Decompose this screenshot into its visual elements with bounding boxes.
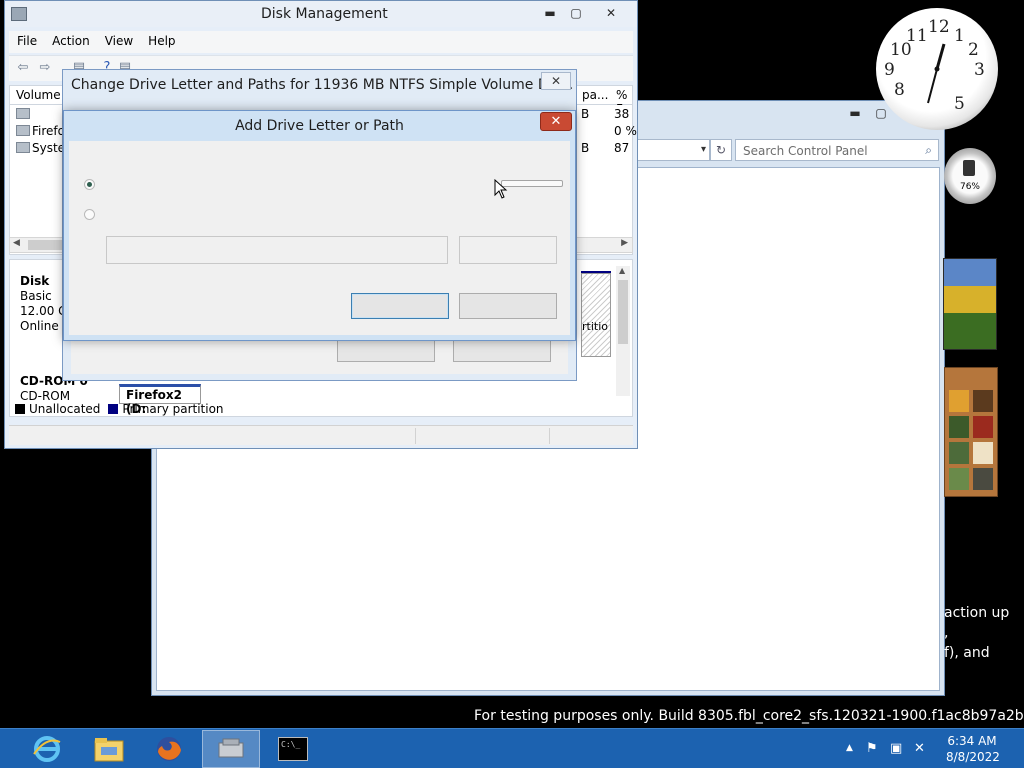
slideshow-gadget[interactable] (943, 258, 997, 350)
pct-free-cell: 87 (614, 141, 630, 155)
mount-folder-radio[interactable] (84, 209, 95, 220)
back-arrow-icon[interactable]: ⇦ (15, 60, 31, 76)
status-divider (415, 428, 416, 444)
partial-text-2: , (944, 625, 949, 641)
menu-file[interactable]: File (9, 31, 44, 53)
dm-titlebar[interactable]: Disk Management ▬ ▢ ✕ (5, 1, 637, 27)
status-divider (549, 428, 550, 444)
picture-puzzle-gadget[interactable] (944, 367, 998, 497)
scroll-up-icon[interactable]: ▲ (619, 266, 625, 275)
clock-gadget[interactable]: 12 1 2 3 5 8 9 10 11 (876, 8, 998, 130)
minimize-button[interactable]: ▬ (537, 3, 563, 22)
vertical-scrollbar[interactable]: ▲ (616, 266, 630, 396)
search-input[interactable]: Search Control Panel ⌕ (735, 139, 939, 161)
dialog-title: Change Drive Letter and Paths for 11936 … (71, 77, 574, 93)
close-button[interactable]: ✕ (589, 3, 633, 22)
gauge-value: 76% (959, 182, 980, 192)
unallocated-swatch (15, 404, 25, 414)
browse-button[interactable] (459, 236, 557, 264)
cancel-button[interactable] (459, 293, 557, 319)
status-bar (9, 425, 633, 445)
scroll-left-icon[interactable]: ◀ (13, 238, 20, 248)
cdrom-partition[interactable]: Firefox2 (D: (119, 384, 201, 416)
internet-explorer-icon[interactable] (18, 730, 76, 768)
close-button[interactable]: ✕ (540, 112, 572, 131)
command-prompt-icon[interactable]: C:\_ (264, 730, 322, 768)
puzzle-tile[interactable] (949, 442, 969, 464)
add-drive-letter-dialog: Add Drive Letter or Path ✕ (63, 110, 576, 341)
disk-management-taskbar-icon[interactable] (202, 730, 260, 768)
legend: Unallocated Primary partition (15, 402, 224, 416)
window-title: Disk Management (261, 6, 388, 22)
menu-view[interactable]: View (97, 31, 140, 53)
column-capacity[interactable]: pa... (582, 88, 608, 102)
address-bar[interactable]: ▾ (636, 139, 710, 161)
dialog-title: Add Drive Letter or Path (235, 118, 404, 134)
volume-muted-icon[interactable]: ✕ (914, 741, 925, 756)
menu-bar: File Action View Help (9, 31, 633, 53)
capacity-cell: B (581, 107, 590, 121)
puzzle-tile[interactable] (973, 390, 993, 412)
scroll-right-icon[interactable]: ▶ (621, 238, 628, 248)
ok-button[interactable] (351, 293, 449, 319)
close-button[interactable]: ✕ (541, 72, 571, 90)
puzzle-tile[interactable] (949, 468, 969, 490)
time: 6:34 AM (947, 734, 997, 748)
puzzle-tile[interactable] (949, 416, 969, 438)
menu-action[interactable]: Action (44, 31, 97, 53)
refresh-button[interactable]: ↻ (710, 139, 732, 161)
minimize-button[interactable]: ▬ (842, 103, 868, 122)
show-hidden-icons[interactable]: ▲ (846, 743, 853, 753)
list-item[interactable] (16, 107, 32, 123)
maximize-button[interactable]: ▢ (563, 3, 589, 22)
partial-text-3: f), and (944, 645, 990, 661)
disk-management-icon (11, 7, 27, 21)
partition-label: rtitio (582, 320, 608, 333)
chevron-down-icon[interactable]: ▾ (701, 144, 706, 155)
build-notice: For testing purposes only. Build 8305.fb… (474, 708, 1024, 724)
network-icon[interactable]: ▣ (890, 741, 902, 756)
drive-letter-dropdown[interactable] (501, 180, 563, 187)
mouse-cursor-icon (494, 179, 508, 199)
scroll-thumb[interactable] (618, 280, 628, 344)
date: 8/8/2022 (946, 750, 1000, 764)
clock-hands-icon (927, 43, 946, 104)
dialog-body (69, 141, 570, 335)
partial-text-1: action up (944, 605, 1010, 621)
flag-icon[interactable]: ⚑ (866, 741, 878, 756)
menu-help[interactable]: Help (140, 31, 182, 53)
file-explorer-icon[interactable] (80, 730, 138, 768)
column-volume[interactable]: Volume (16, 88, 61, 102)
taskbar: C:\_ ▲ ⚑ ▣ ✕ 6:34 AM 8/8/2022 (0, 728, 1024, 768)
pct-free-cell: 0 % (614, 124, 637, 138)
capacity-cell: B (581, 141, 590, 155)
firefox-icon[interactable] (140, 730, 198, 768)
drive-icon (16, 142, 30, 153)
puzzle-tile[interactable] (973, 468, 993, 490)
folder-path-input[interactable] (106, 236, 448, 264)
pct-free-cell: 38 (614, 107, 630, 121)
cpu-meter-gadget[interactable]: 76% (944, 148, 996, 204)
taskbar-clock[interactable]: 6:34 AM 8/8/2022 (946, 733, 1000, 765)
cmd-label: C:\_ (278, 737, 308, 761)
primary-swatch (108, 404, 119, 414)
puzzle-tile[interactable] (973, 442, 993, 464)
partition-block[interactable]: rtitio (581, 273, 611, 357)
cancel-button[interactable] (453, 340, 551, 362)
drive-icon (16, 125, 30, 136)
memory-chip-icon (963, 160, 975, 176)
legend-unallocated: Unallocated (29, 402, 101, 416)
legend-primary: Primary partition (122, 402, 224, 416)
assign-letter-radio[interactable] (84, 179, 95, 190)
search-icon[interactable]: ⌕ (925, 143, 932, 158)
drive-icon (16, 108, 30, 119)
forward-arrow-icon[interactable]: ⇨ (37, 60, 53, 76)
puzzle-tile[interactable] (973, 416, 993, 438)
search-placeholder: Search Control Panel (743, 144, 868, 158)
puzzle-tile[interactable] (949, 390, 969, 412)
ok-button[interactable] (337, 340, 435, 362)
